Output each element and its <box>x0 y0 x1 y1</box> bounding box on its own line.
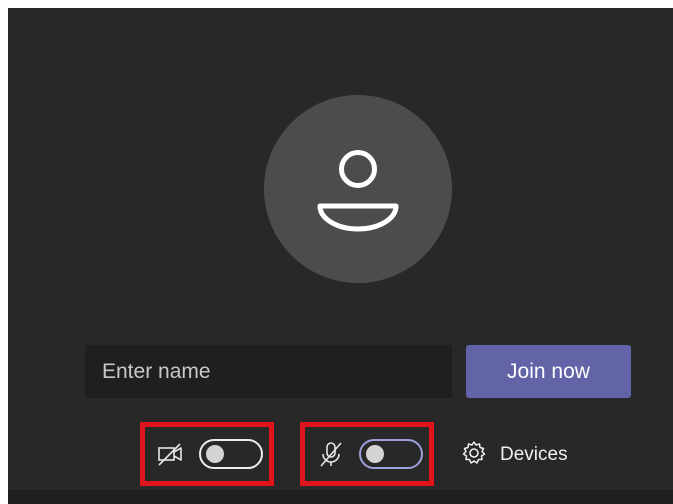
bottom-bar <box>8 490 673 504</box>
devices-label: Devices <box>500 444 568 465</box>
user-avatar-icon <box>317 150 399 232</box>
audio-toggle-knob <box>366 445 384 463</box>
name-input[interactable] <box>85 345 452 398</box>
devices-button[interactable]: Devices <box>460 440 568 470</box>
video-control-group <box>140 422 274 486</box>
join-now-button[interactable]: Join now <box>466 345 631 398</box>
prejoin-screen: Join now <box>8 8 673 504</box>
video-off-icon[interactable] <box>156 439 186 469</box>
mic-off-icon[interactable] <box>316 439 346 469</box>
avatar <box>264 95 452 283</box>
video-toggle[interactable] <box>199 439 263 469</box>
video-toggle-knob <box>206 445 224 463</box>
gear-icon <box>460 439 488 472</box>
audio-toggle[interactable] <box>359 439 423 469</box>
audio-control-group <box>300 422 434 486</box>
